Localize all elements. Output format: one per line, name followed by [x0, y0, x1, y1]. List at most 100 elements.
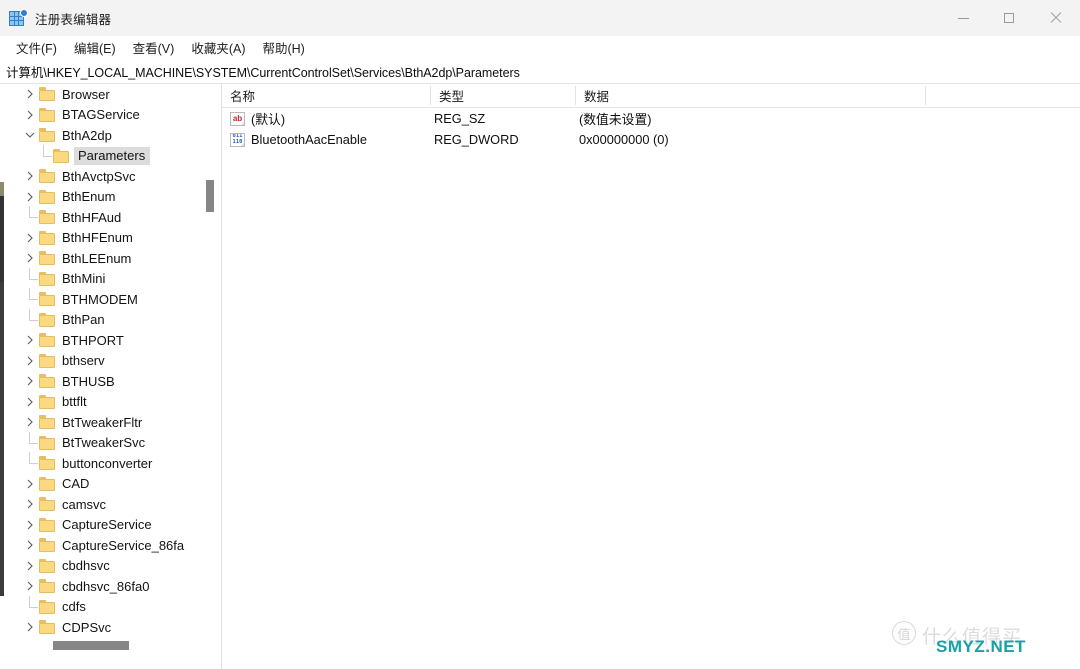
tree-item-bthavctpsvc[interactable]: BthAvctpSvc	[5, 166, 205, 187]
chevron-right-icon[interactable]	[22, 515, 38, 535]
tree-item-buttonconverter[interactable]: buttonconverter	[5, 452, 205, 474]
close-button[interactable]	[1032, 0, 1080, 36]
tree-item-parameters[interactable]: Parameters	[5, 144, 205, 167]
tree-horizontal-scrollbar[interactable]	[5, 637, 217, 652]
chevron-right-icon[interactable]	[22, 494, 38, 514]
tree-item-cbdhsvc-86fa0[interactable]: cbdhsvc_86fa0	[5, 576, 205, 597]
folder-icon	[39, 333, 56, 348]
chevron-right-icon[interactable]	[22, 412, 38, 432]
tree-item-cdpsvc[interactable]: CDPSvc	[5, 617, 205, 638]
tree-item-bttweakerfltr[interactable]: BtTweakerFltr	[5, 412, 205, 433]
column-header-type[interactable]: 类型	[431, 84, 575, 107]
tree-item-bthmini[interactable]: BthMini	[5, 267, 205, 290]
folder-icon	[39, 230, 56, 245]
chevron-right-icon[interactable]	[22, 105, 38, 125]
value-data: 0x00000000 (0)	[579, 132, 669, 147]
tree-item-captureservice[interactable]: CaptureService	[5, 515, 205, 536]
registry-path: 计算机\HKEY_LOCAL_MACHINE\SYSTEM\CurrentCon…	[6, 65, 520, 80]
tree-item-bthserv[interactable]: bthserv	[5, 351, 205, 372]
tree-item-bthpan[interactable]: BthPan	[5, 308, 205, 331]
folder-icon	[39, 415, 56, 430]
column-header-data[interactable]: 数据	[576, 84, 925, 107]
tree-connector	[22, 431, 38, 453]
chevron-right-icon[interactable]	[22, 617, 38, 637]
values-list[interactable]: ab (默认) REG_SZ (数值未设置) 011 110 BluetoothAacEna…	[222, 108, 1080, 150]
tree-item-label: BthMini	[62, 271, 106, 287]
title-bar[interactable]: 注册表编辑器	[0, 0, 1080, 36]
tree-item-label: CaptureService_86fa	[62, 537, 185, 553]
column-header-name[interactable]: 名称	[222, 84, 430, 107]
tree-item-bthleenum[interactable]: BthLEEnum	[5, 248, 205, 269]
registry-tree[interactable]: Browser BTAGService BthA2dp Parameters BthAv…	[5, 84, 205, 644]
tree-item-bttweakersvc[interactable]: BtTweakerSvc	[5, 431, 205, 454]
tree-item-label: CDPSvc	[62, 619, 112, 635]
maximize-button[interactable]	[986, 0, 1032, 36]
tree-connector	[22, 595, 38, 617]
value-type: REG_DWORD	[434, 132, 519, 147]
chevron-right-icon[interactable]	[22, 228, 38, 248]
tree-item-btagservice[interactable]: BTAGService	[5, 105, 205, 126]
tree-connector	[22, 308, 38, 330]
chevron-right-icon[interactable]	[22, 330, 38, 350]
tree-item-bthport[interactable]: BTHPORT	[5, 330, 205, 351]
tree-item-bthmodem[interactable]: BTHMODEM	[5, 288, 205, 310]
tree-item-label: Browser	[62, 86, 110, 102]
chevron-down-icon[interactable]	[22, 125, 38, 145]
tree-item-browser[interactable]: Browser	[5, 84, 205, 105]
menu-item-view[interactable]: 查看(V)	[125, 36, 184, 59]
tree-item-label: cbdhsvc	[62, 558, 110, 574]
tree-vertical-scrollbar[interactable]	[203, 84, 217, 644]
menu-item-help[interactable]: 帮助(H)	[254, 36, 313, 59]
folder-icon	[39, 374, 56, 389]
chevron-right-icon[interactable]	[22, 556, 38, 576]
tree-horizontal-scrollbar-thumb[interactable]	[53, 641, 129, 650]
chevron-right-icon[interactable]	[22, 371, 38, 391]
folder-icon	[39, 599, 56, 614]
tree-vertical-scrollbar-thumb[interactable]	[206, 180, 214, 212]
chevron-right-icon[interactable]	[22, 187, 38, 207]
chevron-right-icon[interactable]	[22, 84, 38, 104]
tree-item-btha2dp[interactable]: BthA2dp	[5, 125, 205, 146]
folder-icon	[39, 620, 56, 635]
menu-item-file[interactable]: 文件(F)	[8, 36, 66, 59]
tree-item-bthenum[interactable]: BthEnum	[5, 187, 205, 208]
tree-item-bthusb[interactable]: BTHUSB	[5, 371, 205, 392]
tree-item-bthhfenum[interactable]: BthHFEnum	[5, 228, 205, 249]
tree-item-label: bttflt	[62, 394, 87, 410]
tree-item-label: BthAvctpSvc	[62, 168, 136, 184]
folder-icon	[39, 189, 56, 204]
folder-icon	[53, 148, 70, 163]
chevron-right-icon[interactable]	[22, 166, 38, 186]
tree-item-bttflt[interactable]: bttflt	[5, 392, 205, 413]
menu-item-favorites[interactable]: 收藏夹(A)	[183, 36, 254, 59]
chevron-right-icon[interactable]	[22, 576, 38, 596]
folder-icon	[39, 312, 56, 327]
values-column-header: 名称 类型 数据	[222, 84, 1080, 108]
tree-item-cad[interactable]: CAD	[5, 474, 205, 495]
folder-icon	[39, 87, 56, 102]
window-controls	[940, 0, 1080, 36]
value-row[interactable]: 011 110 BluetoothAacEnable REG_DWORD 0x00000…	[222, 129, 1080, 150]
minimize-button[interactable]	[940, 0, 986, 36]
column-divider-3[interactable]	[925, 86, 926, 105]
tree-item-label: BthLEEnum	[62, 250, 132, 266]
tree-item-label: camsvc	[62, 496, 107, 512]
chevron-right-icon[interactable]	[22, 248, 38, 268]
tree-item-bthhfaud[interactable]: BthHFAud	[5, 206, 205, 228]
chevron-right-icon[interactable]	[22, 474, 38, 494]
address-bar[interactable]: 计算机\HKEY_LOCAL_MACHINE\SYSTEM\CurrentCon…	[0, 59, 1080, 84]
registry-editor-window: 注册表编辑器 文件(F) 编辑(E) 查看(V) 收藏夹(A) 帮助(H) 计算…	[0, 0, 1080, 669]
tree-item-label: cbdhsvc_86fa0	[62, 578, 150, 594]
value-row[interactable]: ab (默认) REG_SZ (数值未设置)	[222, 108, 1080, 129]
chevron-right-icon[interactable]	[22, 351, 38, 371]
menu-item-edit[interactable]: 编辑(E)	[66, 36, 125, 59]
tree-item-captureservice-86fa[interactable]: CaptureService_86fa	[5, 535, 205, 556]
tree-item-cdfs[interactable]: cdfs	[5, 595, 205, 618]
folder-icon	[39, 169, 56, 184]
tree-item-camsvc[interactable]: camsvc	[5, 494, 205, 515]
folder-icon	[39, 517, 56, 532]
chevron-right-icon[interactable]	[22, 535, 38, 555]
chevron-right-icon[interactable]	[22, 392, 38, 412]
tree-item-cbdhsvc[interactable]: cbdhsvc	[5, 556, 205, 577]
folder-icon	[39, 292, 56, 307]
